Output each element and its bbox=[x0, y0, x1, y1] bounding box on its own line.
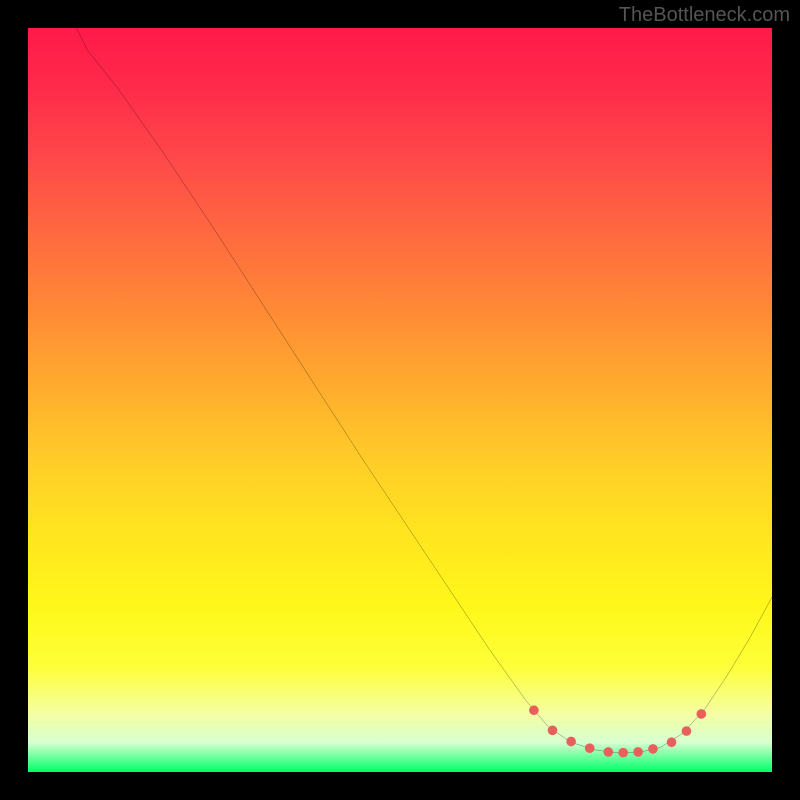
data-marker bbox=[529, 705, 539, 715]
data-marker bbox=[648, 744, 658, 754]
data-marker bbox=[696, 709, 706, 719]
data-marker bbox=[633, 747, 643, 757]
data-marker bbox=[667, 737, 677, 747]
watermark-text: TheBottleneck.com bbox=[619, 4, 790, 27]
bottleneck-curve bbox=[76, 28, 772, 753]
data-marker bbox=[603, 747, 613, 757]
data-marker bbox=[585, 743, 595, 753]
data-marker bbox=[682, 726, 692, 736]
data-marker bbox=[618, 748, 628, 758]
data-marker bbox=[548, 726, 558, 736]
data-marker bbox=[566, 737, 576, 747]
plot-area bbox=[28, 28, 772, 772]
data-markers bbox=[529, 705, 706, 757]
chart-svg bbox=[28, 28, 772, 772]
